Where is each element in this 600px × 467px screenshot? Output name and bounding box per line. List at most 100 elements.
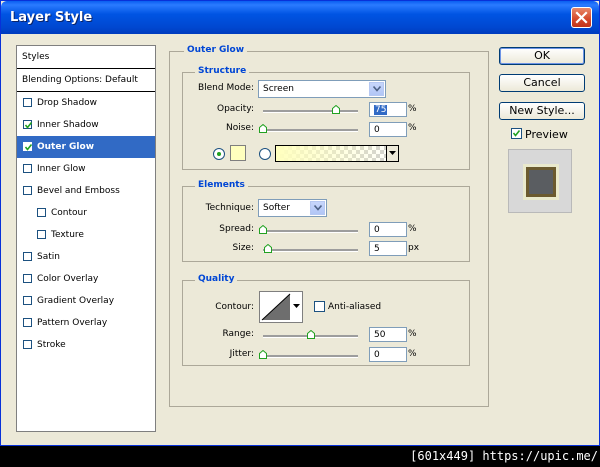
range-value: 50 bbox=[374, 330, 386, 340]
size-unit: px bbox=[408, 243, 420, 253]
blending-options-label: Blending Options: Default bbox=[22, 75, 138, 85]
triangle-down-icon bbox=[389, 151, 396, 155]
sidebar-item-label: Outer Glow bbox=[37, 142, 95, 152]
sidebar-item-label: Contour bbox=[51, 208, 87, 218]
styles-list: Styles Blending Options: Default Drop Sh… bbox=[16, 45, 156, 432]
range-slider-thumb[interactable] bbox=[307, 330, 315, 339]
opacity-input[interactable]: 75 bbox=[369, 102, 407, 117]
panel-title: Outer Glow bbox=[184, 45, 248, 55]
noise-label: Noise: bbox=[226, 123, 254, 133]
gradient-overlay-checkbox[interactable] bbox=[23, 296, 32, 305]
sidebar-item-drop-shadow[interactable]: Drop Shadow bbox=[17, 92, 155, 114]
technique-value: Softer bbox=[263, 203, 290, 213]
inner-shadow-checkbox[interactable] bbox=[23, 120, 33, 129]
glow-color-swatch[interactable] bbox=[230, 145, 246, 161]
satin-checkbox[interactable] bbox=[23, 252, 32, 261]
spread-label: Spread: bbox=[219, 224, 254, 234]
styles-header[interactable]: Styles bbox=[17, 46, 155, 69]
size-input[interactable]: 5 bbox=[369, 241, 407, 256]
sidebar-item-texture[interactable]: Texture bbox=[17, 224, 155, 246]
sidebar-item-satin[interactable]: Satin bbox=[17, 246, 155, 268]
footer-text: [601x449] https://upic.me/ bbox=[410, 449, 598, 463]
dropdown-arrow[interactable] bbox=[369, 82, 384, 96]
sidebar-item-label: Stroke bbox=[37, 340, 66, 350]
cancel-button[interactable]: Cancel bbox=[499, 74, 585, 92]
spread-input[interactable]: 0 bbox=[369, 222, 407, 237]
structure-title: Structure bbox=[195, 66, 250, 76]
jitter-label: Jitter: bbox=[229, 349, 254, 359]
range-unit: % bbox=[408, 329, 417, 339]
bevel-emboss-checkbox[interactable] bbox=[23, 186, 32, 195]
inner-glow-checkbox[interactable] bbox=[23, 164, 32, 173]
title-bar[interactable]: Layer Style bbox=[1, 1, 599, 34]
color-overlay-checkbox[interactable] bbox=[23, 274, 32, 283]
spread-slider-thumb[interactable] bbox=[259, 225, 267, 234]
stroke-checkbox[interactable] bbox=[23, 340, 32, 349]
jitter-slider-thumb[interactable] bbox=[259, 350, 267, 359]
anti-aliased-checkbox[interactable] bbox=[314, 301, 325, 312]
pattern-overlay-checkbox[interactable] bbox=[23, 318, 32, 327]
sidebar-item-color-overlay[interactable]: Color Overlay bbox=[17, 268, 155, 290]
noise-value: 0 bbox=[374, 125, 380, 135]
blend-mode-select[interactable]: Screen bbox=[258, 80, 386, 98]
noise-input[interactable]: 0 bbox=[369, 122, 407, 137]
texture-checkbox[interactable] bbox=[37, 230, 46, 239]
size-value: 5 bbox=[374, 244, 380, 254]
jitter-value: 0 bbox=[374, 350, 380, 360]
anti-aliased-label: Anti-aliased bbox=[328, 302, 382, 312]
noise-unit: % bbox=[408, 123, 417, 133]
spread-unit: % bbox=[408, 224, 417, 234]
gradient-radio[interactable] bbox=[259, 148, 271, 160]
range-label: Range: bbox=[222, 329, 254, 339]
close-icon bbox=[575, 11, 588, 24]
jitter-input[interactable]: 0 bbox=[369, 347, 407, 362]
range-input[interactable]: 50 bbox=[369, 327, 407, 342]
preview-label: Preview bbox=[525, 128, 568, 141]
sidebar-item-gradient-overlay[interactable]: Gradient Overlay bbox=[17, 290, 155, 312]
size-slider-thumb[interactable] bbox=[264, 244, 272, 253]
ok-button[interactable]: OK bbox=[499, 47, 585, 65]
check-icon bbox=[24, 122, 33, 129]
chevron-down-icon bbox=[314, 205, 322, 211]
opacity-slider-track[interactable] bbox=[263, 110, 358, 113]
size-label: Size: bbox=[232, 243, 254, 253]
opacity-slider-thumb[interactable] bbox=[332, 105, 340, 114]
sidebar-item-inner-shadow[interactable]: Inner Shadow bbox=[17, 114, 155, 136]
sidebar-item-inner-glow[interactable]: Inner Glow bbox=[17, 158, 155, 180]
styles-header-label: Styles bbox=[22, 52, 50, 62]
noise-slider-thumb[interactable] bbox=[259, 124, 267, 133]
check-icon bbox=[512, 130, 521, 137]
solid-color-radio[interactable] bbox=[213, 148, 225, 160]
sidebar-item-outer-glow[interactable]: Outer Glow bbox=[17, 136, 155, 158]
technique-select[interactable]: Softer bbox=[258, 199, 327, 217]
size-slider-track[interactable] bbox=[263, 249, 358, 252]
noise-slider-track[interactable] bbox=[263, 129, 358, 132]
contour-checkbox[interactable] bbox=[37, 208, 46, 217]
dropdown-arrow[interactable] bbox=[310, 201, 325, 215]
quality-title: Quality bbox=[195, 274, 238, 284]
blending-options[interactable]: Blending Options: Default bbox=[17, 69, 155, 92]
drop-shadow-checkbox[interactable] bbox=[23, 98, 32, 107]
gradient-picker[interactable] bbox=[275, 145, 399, 162]
spread-value: 0 bbox=[374, 225, 380, 235]
jitter-slider-track[interactable] bbox=[263, 355, 358, 358]
outer-glow-checkbox[interactable] bbox=[23, 142, 33, 151]
new-style-button[interactable]: New Style... bbox=[499, 102, 585, 120]
blend-mode-value: Screen bbox=[263, 84, 294, 94]
contour-label: Contour: bbox=[215, 302, 254, 312]
preview-checkbox[interactable] bbox=[511, 128, 522, 139]
sidebar-item-label: Satin bbox=[37, 252, 60, 262]
spread-slider-track[interactable] bbox=[263, 230, 358, 233]
sidebar-item-bevel-emboss[interactable]: Bevel and Emboss bbox=[17, 180, 155, 202]
close-button[interactable] bbox=[571, 7, 592, 28]
sidebar-item-contour[interactable]: Contour bbox=[17, 202, 155, 224]
sidebar-item-label: Drop Shadow bbox=[37, 98, 98, 108]
sidebar-item-pattern-overlay[interactable]: Pattern Overlay bbox=[17, 312, 155, 334]
contour-picker[interactable] bbox=[259, 291, 303, 323]
sidebar-item-label: Inner Shadow bbox=[37, 120, 99, 130]
window-title: Layer Style bbox=[10, 10, 93, 25]
gradient-dropdown-arrow[interactable] bbox=[386, 146, 398, 161]
sidebar-item-stroke[interactable]: Stroke bbox=[17, 334, 155, 356]
sidebar-item-label: Color Overlay bbox=[37, 274, 99, 284]
sidebar-item-label: Pattern Overlay bbox=[37, 318, 108, 328]
